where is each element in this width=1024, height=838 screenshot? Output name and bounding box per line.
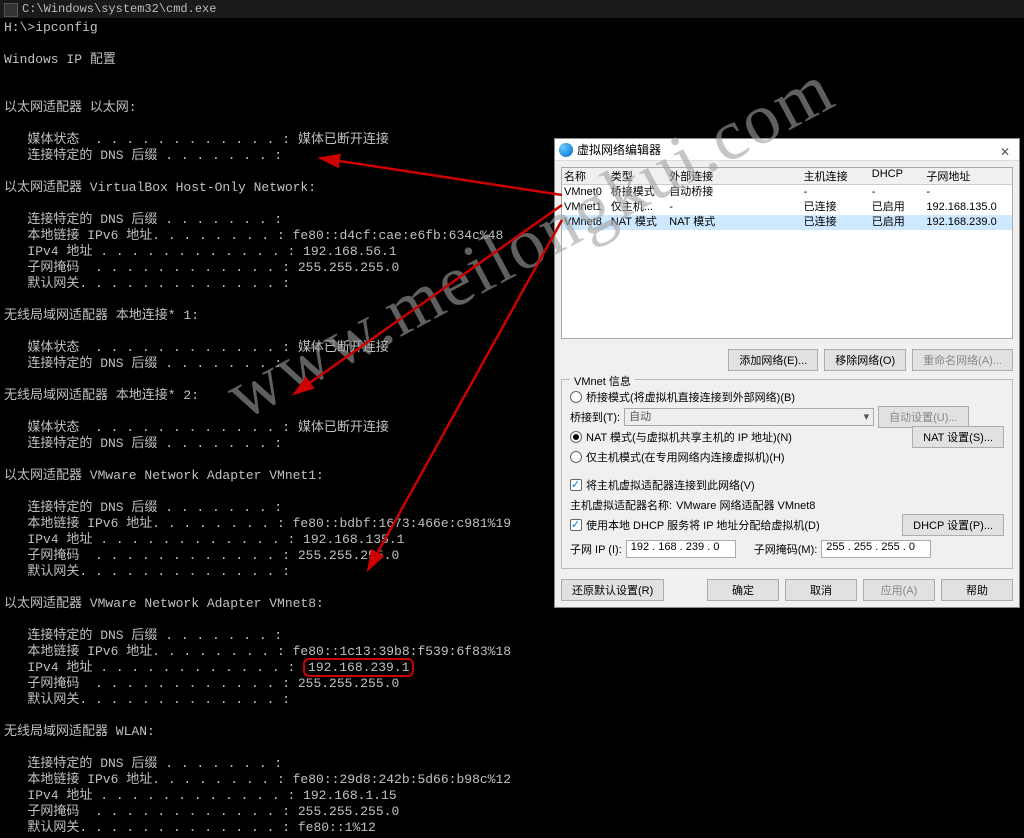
table-header: 名称 类型 外部连接 主机连接 DHCP 子网地址	[562, 168, 1012, 185]
subnet-mask-input[interactable]: 255 . 255 . 255 . 0	[821, 540, 931, 558]
bridge-select[interactable]: 自动	[624, 408, 874, 426]
dialog-title-text: 虚拟网络编辑器	[577, 143, 661, 157]
checkbox-connect-host[interactable]	[570, 479, 582, 491]
table-row-selected[interactable]: VMnet8 NAT 模式 NAT 模式 已连接 已启用 192.168.239…	[562, 215, 1012, 230]
ok-button[interactable]: 确定	[707, 579, 779, 601]
table-row[interactable]: VMnet1 仅主机... - 已连接 已启用 192.168.135.0	[562, 200, 1012, 215]
add-network-button[interactable]: 添加网络(E)...	[728, 349, 818, 371]
subnet-ip-input[interactable]: 192 . 168 . 239 . 0	[626, 540, 736, 558]
vnet-editor-dialog: 虚拟网络编辑器 ✕ 名称 类型 外部连接 主机连接 DHCP 子网地址 VMne…	[554, 138, 1020, 608]
cmd-titlebar: C:\Windows\system32\cmd.exe	[0, 0, 1024, 18]
vmnet-info-group: VMnet 信息 桥接模式(将虚拟机直接连接到外部网络)(B) 桥接到(T): …	[561, 379, 1013, 569]
restore-defaults-button[interactable]: 还原默认设置(R)	[561, 579, 664, 601]
host-adapter-name: VMware 网络适配器 VMnet8	[676, 497, 815, 513]
auto-settings-button[interactable]: 自动设置(U)...	[878, 406, 968, 428]
adapter-ethernet-title: 以太网适配器 以太网:	[4, 100, 137, 115]
dhcp-settings-button[interactable]: DHCP 设置(P)...	[902, 514, 1004, 536]
adapter-vmnet8-title: 以太网适配器 VMware Network Adapter VMnet8:	[4, 596, 324, 611]
dialog-titlebar: 虚拟网络编辑器 ✕	[555, 139, 1019, 161]
radio-hostonly[interactable]	[570, 451, 582, 463]
nat-settings-button[interactable]: NAT 设置(S)...	[912, 426, 1004, 448]
adapter-vbox-title: 以太网适配器 VirtualBox Host-Only Network:	[4, 180, 316, 195]
rename-network-button[interactable]: 重命名网络(A)...	[912, 349, 1013, 371]
cmd-prompt: H:\>ipconfig	[4, 20, 98, 35]
close-icon[interactable]: ✕	[995, 141, 1015, 163]
apply-button[interactable]: 应用(A)	[863, 579, 935, 601]
table-row[interactable]: VMnet0 桥接模式 自动桥接 - - -	[562, 185, 1012, 200]
adapter-wlan1-title: 无线局域网适配器 本地连接* 1:	[4, 308, 199, 323]
group-legend: VMnet 信息	[570, 373, 635, 389]
radio-nat[interactable]	[570, 431, 582, 443]
cancel-button[interactable]: 取消	[785, 579, 857, 601]
remove-network-button[interactable]: 移除网络(O)	[824, 349, 906, 371]
adapter-wlan-title: 无线局域网适配器 WLAN:	[4, 724, 155, 739]
adapter-wlan2-title: 无线局域网适配器 本地连接* 2:	[4, 388, 199, 403]
checkbox-dhcp[interactable]	[570, 519, 582, 531]
adapter-vmnet1-title: 以太网适配器 VMware Network Adapter VMnet1:	[4, 468, 324, 483]
vmnet8-ipv4-highlight: 192.168.239.1	[303, 658, 414, 677]
network-table[interactable]: 名称 类型 外部连接 主机连接 DHCP 子网地址 VMnet0 桥接模式 自动…	[561, 167, 1013, 339]
cmd-ip-header: Windows IP 配置	[4, 52, 116, 67]
help-button[interactable]: 帮助	[941, 579, 1013, 601]
radio-bridge[interactable]	[570, 391, 582, 403]
